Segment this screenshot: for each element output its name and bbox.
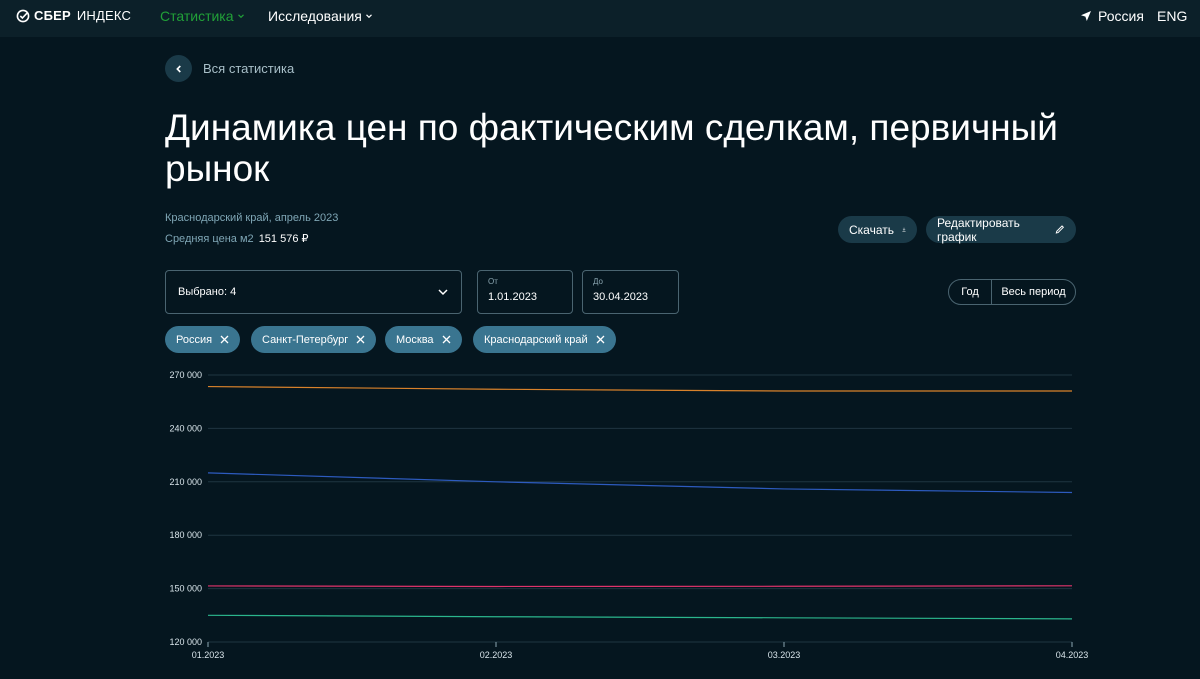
download-label: Скачать [849,222,894,237]
date-from-value: 1.01.2023 [488,291,537,303]
period-all-button[interactable]: Весь период [992,280,1075,304]
sber-logo-icon [16,9,30,22]
date-from-label: От [488,277,498,286]
chevron-down-icon [438,289,448,296]
top-navbar: СБЕР ИНДЕКС Статистика Исследования Росс… [0,0,1200,37]
regions-select[interactable]: Выбрано: 4 [165,270,462,314]
series-line-3 [207,614,1073,620]
regions-select-value: Выбрано: 4 [178,286,237,298]
period-toggle: Год Весь период [948,279,1076,305]
average-price-value: 151 576 ₽ [258,233,309,245]
date-to-value: 30.04.2023 [593,291,649,303]
region-date-subtitle: Краснодарский край, апрель 2023 [165,212,339,224]
logo-text-light: ИНДЕКС [76,8,132,23]
x-tick-label: 02.2023 [480,650,513,660]
chip-spb: Санкт-Петербург [251,326,377,353]
region-selector[interactable]: Россия [1080,8,1144,24]
pencil-icon [1055,225,1065,234]
back-button[interactable] [165,55,192,82]
date-to-label: До [593,277,603,286]
chip-label: Москва [396,333,434,346]
page-title: Динамика цен по фактическим сделкам, пер… [165,107,1058,189]
series-line-2 [207,585,1073,588]
y-tick-label: 150 000 [169,584,202,594]
y-tick-label: 210 000 [169,477,202,487]
sber-index-logo[interactable]: СБЕР ИНДЕКС [16,8,131,23]
price-dynamics-chart: 270 000 240 000 210 000 180 000 150 000 120 0… [169,370,1089,660]
edit-chart-label: Редактировать график [937,215,1020,244]
close-icon[interactable] [356,335,365,344]
date-to-field[interactable]: До 30.04.2023 [582,270,679,314]
chip-label: Россия [176,333,213,346]
y-tick-label: 270 000 [169,370,202,380]
nav-statistics-label: Статистика [160,8,234,24]
chip-label: Краснодарский край [484,333,588,346]
y-tick-label: 180 000 [169,530,202,540]
edit-chart-button[interactable]: Редактировать график [926,215,1076,244]
language-switch[interactable]: ENG [1157,8,1187,24]
y-tick-label: 120 000 [169,637,202,647]
close-icon[interactable] [442,335,451,344]
nav-research[interactable]: Исследования [268,8,373,24]
close-icon[interactable] [220,335,229,344]
y-tick-label: 240 000 [169,423,202,433]
series-line-0 [207,385,1072,392]
period-year-button[interactable]: Год [949,280,992,304]
location-arrow-icon [1081,11,1091,21]
nav-research-label: Исследования [268,8,362,24]
chip-russia: Россия [165,326,241,353]
chip-label: Санкт-Петербург [262,333,349,346]
chevron-down-icon [237,14,244,19]
chevron-left-icon [175,64,181,73]
region-label: Россия [1098,8,1144,24]
chip-krasnodar: Краснодарский край [473,326,616,353]
average-price-label: Средняя цена м2 [165,233,254,245]
chip-moscow: Москва [385,326,462,353]
date-from-field[interactable]: От 1.01.2023 [477,270,573,314]
close-icon[interactable] [596,335,605,344]
back-link[interactable]: Вся статистика [203,61,294,76]
chevron-down-icon [365,14,372,19]
nav-statistics[interactable]: Статистика [160,8,245,24]
download-icon [902,227,906,232]
x-tick-label: 04.2023 [1056,650,1089,660]
average-price: Средняя цена м2 151 576 ₽ [165,232,309,245]
x-tick-label: 01.2023 [192,650,225,660]
download-button[interactable]: Скачать [838,216,917,243]
x-tick-label: 03.2023 [768,650,801,660]
language-label: ENG [1157,8,1188,24]
logo-text-bold: СБЕР [34,8,71,23]
series-line-1 [207,472,1073,494]
